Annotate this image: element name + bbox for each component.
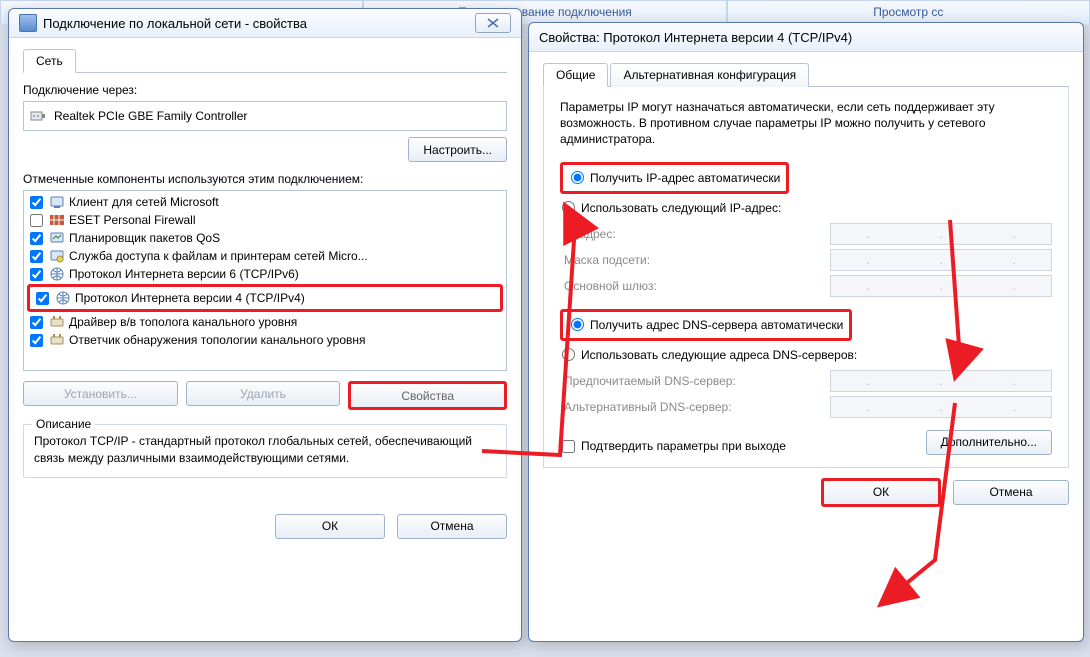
connect-through-label: Подключение через: — [23, 83, 507, 97]
advanced-button[interactable]: Дополнительно... — [926, 430, 1052, 455]
close-button[interactable] — [475, 13, 511, 33]
item-label: Протокол Интернета версии 6 (TCP/IPv6) — [69, 267, 299, 281]
subnet-mask-label: Маска подсети: — [564, 253, 830, 267]
driver-icon — [49, 314, 65, 330]
list-item[interactable]: Служба доступа к файлам и принтерам сете… — [24, 247, 506, 265]
validate-label: Подтвердить параметры при выходе — [581, 439, 786, 453]
dns-alternate-input: ... — [830, 396, 1052, 418]
properties-button[interactable]: Свойства — [348, 381, 507, 410]
cancel-button[interactable]: Отмена — [953, 480, 1069, 505]
configure-button[interactable]: Настроить... — [408, 137, 507, 162]
item-checkbox[interactable] — [30, 250, 43, 263]
tabstrip: Сеть — [23, 48, 507, 73]
radio-ip-manual[interactable]: Использовать следующий IP-адрес: — [562, 201, 1052, 215]
protocol-icon — [55, 290, 71, 306]
ipv4-description: Параметры IP могут назначаться автоматич… — [560, 99, 1052, 148]
dns-preferred-input: ... — [830, 370, 1052, 392]
item-checkbox[interactable] — [30, 196, 43, 209]
item-label: Служба доступа к файлам и принтерам сете… — [69, 249, 368, 263]
item-label: Протокол Интернета версии 4 (TCP/IPv4) — [75, 291, 305, 305]
radio-dns-auto[interactable]: Получить адрес DNS-сервера автоматически — [571, 318, 843, 332]
item-label: Драйвер в/в тополога канального уровня — [69, 315, 297, 329]
radio-input[interactable] — [571, 171, 584, 184]
gateway-label: Основной шлюз: — [564, 279, 830, 293]
install-button[interactable]: Установить... — [23, 381, 178, 406]
item-checkbox[interactable] — [30, 268, 43, 281]
list-item[interactable]: Протокол Интернета версии 6 (TCP/IPv6) — [24, 265, 506, 283]
list-item-ipv4[interactable]: Протокол Интернета версии 4 (TCP/IPv4) — [27, 284, 503, 312]
window-title: Свойства: Протокол Интернета версии 4 (T… — [539, 30, 1073, 45]
item-label: Клиент для сетей Microsoft — [69, 195, 219, 209]
radio-input[interactable] — [562, 201, 575, 214]
radio-dns-manual[interactable]: Использовать следующие адреса DNS-сервер… — [562, 348, 1052, 362]
radio-label: Использовать следующий IP-адрес: — [581, 201, 781, 215]
window-title: Подключение по локальной сети - свойства — [43, 16, 475, 31]
titlebar[interactable]: Свойства: Протокол Интернета версии 4 (T… — [529, 23, 1083, 52]
gateway-input: ... — [830, 275, 1052, 297]
radio-input[interactable] — [562, 348, 575, 361]
item-checkbox[interactable] — [30, 334, 43, 347]
ipv4-properties-window: Свойства: Протокол Интернета версии 4 (T… — [528, 22, 1084, 642]
subnet-mask-input: ... — [830, 249, 1052, 271]
radio-label: Получить адрес DNS-сервера автоматически — [590, 318, 843, 332]
radio-input[interactable] — [571, 318, 584, 331]
item-checkbox[interactable] — [30, 232, 43, 245]
tab-alternate[interactable]: Альтернативная конфигурация — [610, 63, 809, 87]
dns-alternate-label: Альтернативный DNS-сервер: — [564, 400, 830, 414]
radio-ip-auto[interactable]: Получить IP-адрес автоматически — [571, 171, 780, 185]
bg-tab: Просмотр сс — [727, 0, 1090, 24]
qos-icon — [49, 230, 65, 246]
validate-checkbox-row[interactable]: Подтвердить параметры при выходе — [560, 439, 786, 453]
tabstrip: Общие Альтернативная конфигурация — [543, 62, 1069, 87]
tab-general[interactable]: Общие — [543, 63, 608, 87]
list-item[interactable]: Драйвер в/в тополога канального уровня — [24, 313, 506, 331]
ok-button[interactable]: ОК — [821, 478, 941, 507]
cancel-button[interactable]: Отмена — [397, 514, 507, 539]
ip-address-input: ... — [830, 223, 1052, 245]
protocol-icon — [49, 266, 65, 282]
item-checkbox[interactable] — [30, 214, 43, 227]
share-icon — [49, 248, 65, 264]
list-item[interactable]: Клиент для сетей Microsoft — [24, 193, 506, 211]
driver-icon — [49, 332, 65, 348]
firewall-icon — [49, 212, 65, 228]
lan-properties-window: Подключение по локальной сети - свойства… — [8, 8, 522, 642]
component-list[interactable]: Клиент для сетей Microsoft ESET Personal… — [23, 190, 507, 371]
ip-address-label: IP-адрес: — [564, 227, 830, 241]
item-checkbox[interactable] — [36, 292, 49, 305]
item-label: Планировщик пакетов QoS — [69, 231, 220, 245]
item-label: Ответчик обнаружения топологии канальног… — [69, 333, 366, 347]
network-adapter-icon — [19, 14, 37, 32]
description-title: Описание — [32, 417, 95, 431]
radio-label: Использовать следующие адреса DNS-сервер… — [581, 348, 857, 362]
validate-checkbox[interactable] — [562, 440, 575, 453]
list-item[interactable]: Планировщик пакетов QoS — [24, 229, 506, 247]
adapter-icon — [30, 108, 46, 124]
item-label: ESET Personal Firewall — [69, 213, 196, 227]
adapter-name: Realtek PCIe GBE Family Controller — [54, 109, 247, 123]
list-item[interactable]: ESET Personal Firewall — [24, 211, 506, 229]
titlebar[interactable]: Подключение по локальной сети - свойства — [9, 9, 521, 38]
adapter-field: Realtek PCIe GBE Family Controller — [23, 101, 507, 131]
item-checkbox[interactable] — [30, 316, 43, 329]
dns-preferred-label: Предпочитаемый DNS-сервер: — [564, 374, 830, 388]
description-group: Описание Протокол TCP/IP - стандартный п… — [23, 424, 507, 478]
description-text: Протокол TCP/IP - стандартный протокол г… — [34, 433, 496, 467]
uninstall-button[interactable]: Удалить — [186, 381, 341, 406]
components-label: Отмеченные компоненты используются этим … — [23, 172, 507, 186]
tab-network[interactable]: Сеть — [23, 49, 76, 73]
client-icon — [49, 194, 65, 210]
ok-button[interactable]: ОК — [275, 514, 385, 539]
radio-label: Получить IP-адрес автоматически — [590, 171, 780, 185]
list-item[interactable]: Ответчик обнаружения топологии канальног… — [24, 331, 506, 349]
